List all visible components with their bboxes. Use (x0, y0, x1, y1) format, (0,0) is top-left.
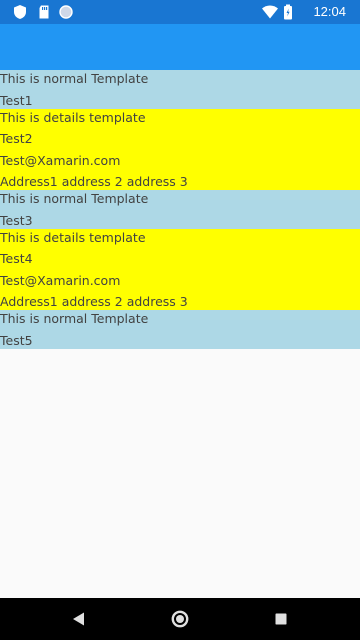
list-item-normal[interactable]: This is normal Template Test5 (0, 310, 360, 349)
item-heading: This is normal Template (0, 191, 149, 206)
battery-icon (284, 4, 292, 20)
shield-icon (14, 5, 26, 19)
sync-circle-icon (59, 5, 73, 19)
clock: 12:04 (313, 4, 346, 19)
item-heading: This is normal Template (0, 311, 149, 326)
item-email: Test@Xamarin.com (0, 152, 121, 168)
sd-card-icon (39, 5, 49, 19)
item-address: Address1 address 2 address 3 (0, 173, 188, 189)
item-email: Test@Xamarin.com (0, 272, 121, 288)
app-bar (0, 24, 360, 70)
item-name: Test3 (0, 213, 33, 228)
recents-icon[interactable] (271, 609, 291, 629)
item-heading: This is normal Template (0, 71, 149, 86)
item-heading: This is details template (0, 230, 146, 245)
list-item-details[interactable]: This is details template Test4 Test@Xama… (0, 229, 360, 310)
back-icon[interactable] (69, 609, 89, 629)
status-bar: 12:04 (0, 0, 360, 24)
navigation-bar (0, 598, 360, 640)
list-item-details[interactable]: This is details template Test2 Test@Xama… (0, 109, 360, 190)
home-icon[interactable] (170, 609, 190, 629)
list-item-normal[interactable]: This is normal Template Test3 (0, 190, 360, 229)
item-name: Test5 (0, 333, 33, 348)
item-name: Test2 (0, 131, 33, 147)
item-name: Test4 (0, 251, 33, 267)
wifi-icon (262, 5, 278, 19)
list-item-normal[interactable]: This is normal Template Test1 (0, 70, 360, 109)
template-list: This is normal Template Test1 This is de… (0, 70, 360, 349)
item-name: Test1 (0, 93, 33, 108)
item-heading: This is details template (0, 110, 146, 125)
item-address: Address1 address 2 address 3 (0, 293, 188, 309)
